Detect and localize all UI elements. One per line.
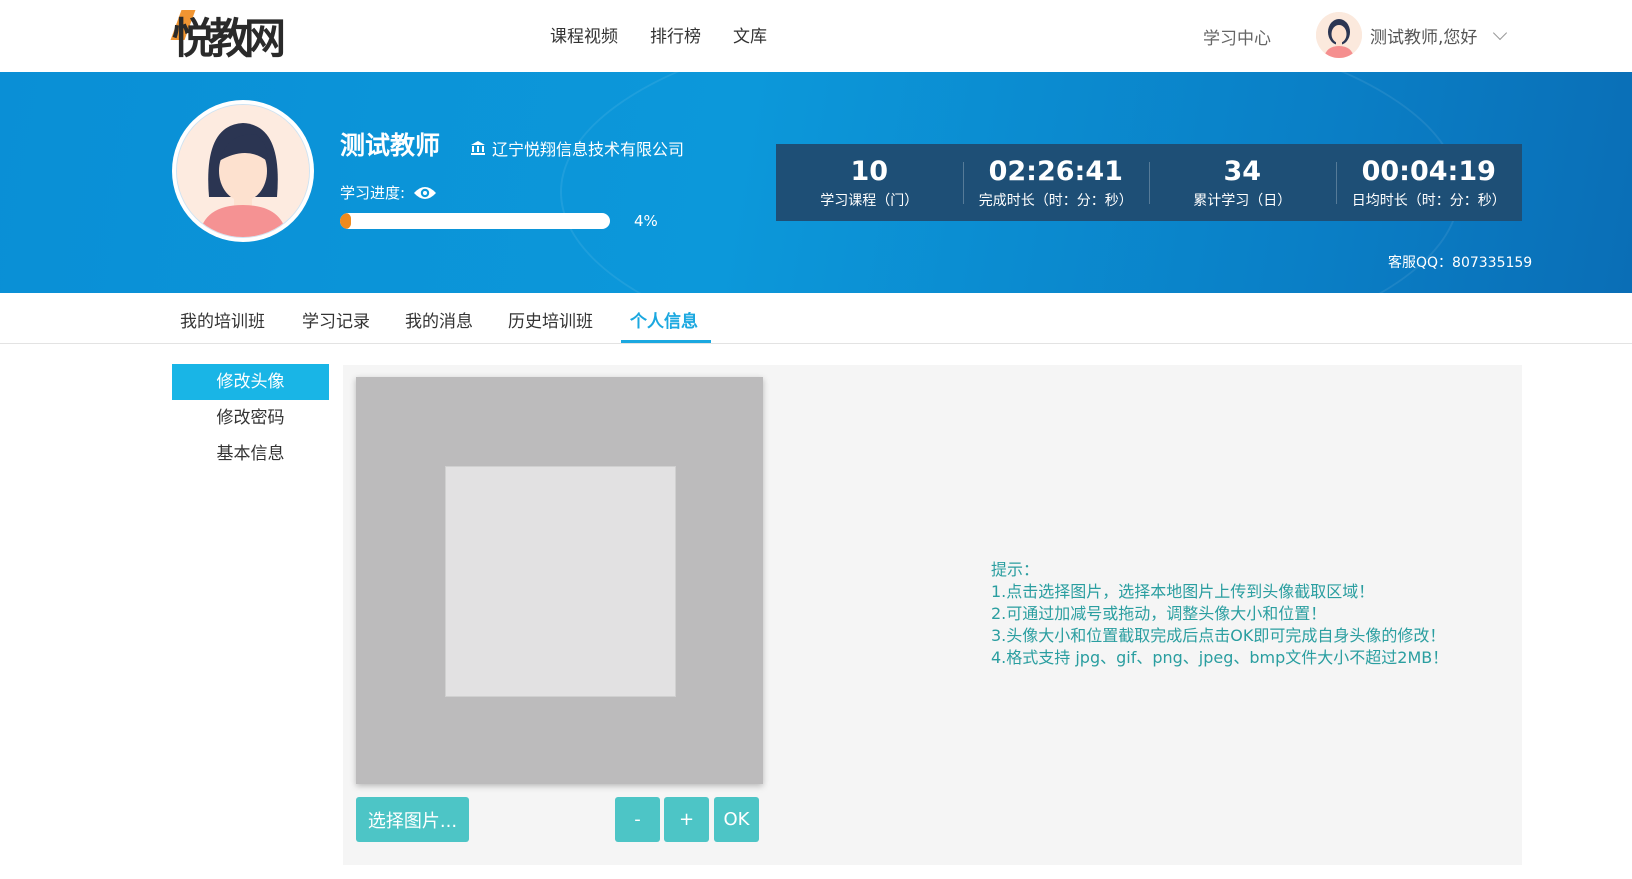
ok-button[interactable]: OK [714,797,759,842]
crop-selection-box[interactable] [445,466,676,697]
choose-image-button[interactable]: 选择图片... [356,797,469,842]
stat-label: 累计学习（日） [1193,192,1292,209]
eye-icon[interactable] [413,185,437,201]
tab-study-records[interactable]: 学习记录 [302,307,370,332]
tab-personal-info[interactable]: 个人信息 [630,307,698,332]
stat-value: 00:04:19 [1361,155,1496,187]
tip-line: 2.可通过加减号或拖动，调整头像大小和位置！ [991,604,1327,623]
stat-completed-duration: 02:26:41 完成时长（时：分：秒） [962,155,1150,210]
progress-percent: 4% [634,212,658,230]
user-avatar-large [172,100,314,242]
tab-my-classes[interactable]: 我的培训班 [180,307,265,332]
side-item-change-avatar[interactable]: 修改头像 [172,364,329,400]
tip-title: 提示： [991,560,1040,579]
upload-tips: 提示： 1.点击选择图片，选择本地图片上传到头像截取区域！ 2.可通过加减号或拖… [991,559,1451,669]
stat-courses: 10 学习课程（门） [776,156,963,210]
nav-library[interactable]: 文库 [733,22,767,47]
avatar-illustration-icon [1316,12,1362,58]
stat-label: 日均时长（时：分：秒） [1351,192,1506,209]
profile-name: 测试教师 [340,131,441,160]
stat-label: 学习课程（门） [820,192,919,209]
side-item-change-password[interactable]: 修改密码 [172,400,329,436]
stat-daily-average: 00:04:19 日均时长（时：分：秒） [1335,155,1523,210]
nav-leaderboard[interactable]: 排行榜 [650,22,701,47]
site-logo[interactable]: 悦教网 [170,6,286,64]
profile-banner: 测试教师 辽宁悦翔信息技术有限公司 学习进度: 4% 10 学习课程（门） 02… [0,72,1632,293]
user-avatar-small [1316,12,1362,58]
chevron-down-icon [1493,25,1508,40]
zoom-out-button[interactable]: - [615,797,660,842]
progress-label: 学习进度: [340,182,437,203]
active-tab-indicator [621,340,711,343]
progress-label-text: 学习进度: [340,184,406,202]
organization-name: 辽宁悦翔信息技术有限公司 [492,140,685,159]
nav-course-videos[interactable]: 课程视频 [550,22,618,47]
avatar-illustration-icon [177,105,309,237]
tip-line: 4.格式支持 jpg、gif、png、jpeg、bmp文件大小不超过2MB！ [991,648,1449,667]
progress-bar-fill [340,213,351,229]
side-item-basic-info[interactable]: 基本信息 [172,436,329,472]
tip-line: 3.头像大小和位置截取完成后点击OK即可完成自身头像的修改！ [991,626,1446,645]
main-nav: 课程视频 排行榜 文库 [550,22,767,47]
study-center-link[interactable]: 学习中心 [1203,24,1271,49]
top-navigation-bar: 悦教网 课程视频 排行榜 文库 学习中心 测试教师,您好 [0,0,1632,72]
tip-line: 1.点击选择图片，选择本地图片上传到头像截取区域！ [991,582,1375,601]
learning-stats-panel: 10 学习课程（门） 02:26:41 完成时长（时：分：秒） 34 累计学习（… [776,144,1522,221]
avatar-crop-area[interactable] [356,377,763,784]
stat-total-days: 34 累计学习（日） [1149,156,1336,210]
user-greeting: 测试教师,您好 [1370,27,1478,48]
profile-tabs: 我的培训班 学习记录 我的消息 历史培训班 个人信息 [0,293,1632,344]
institution-icon [471,141,485,155]
user-menu[interactable]: 测试教师,您好 [1316,12,1508,58]
stat-value: 02:26:41 [988,155,1123,187]
logo-text: 悦教网 [172,13,286,63]
zoom-in-button[interactable]: + [664,797,709,842]
tab-my-messages[interactable]: 我的消息 [405,307,473,332]
customer-service-qq: 客服QQ：807335159 [1388,255,1533,271]
tab-history-classes[interactable]: 历史培训班 [508,307,593,332]
stat-label: 完成时长（时：分：秒） [978,192,1133,209]
stat-value: 34 [1223,155,1262,187]
stat-value: 10 [850,155,889,187]
progress-bar [340,213,610,229]
profile-organization: 辽宁悦翔信息技术有限公司 [470,136,684,160]
